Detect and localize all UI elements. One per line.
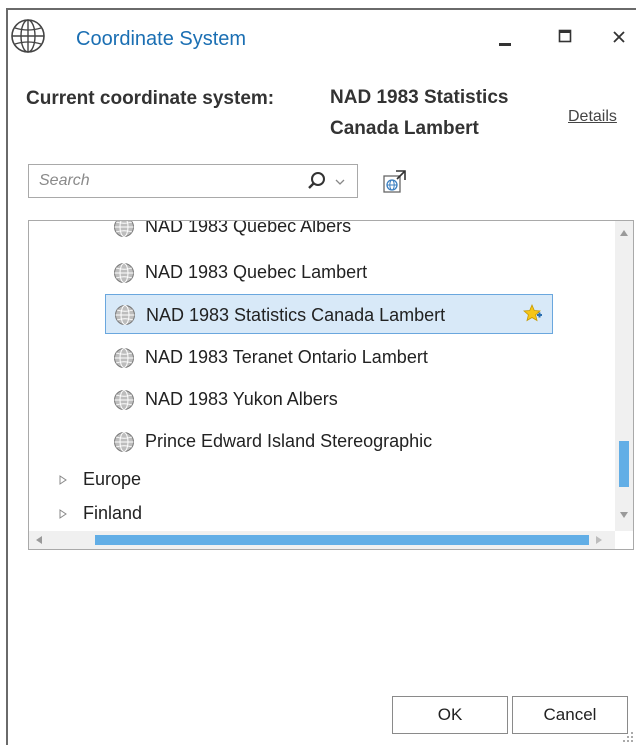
vertical-scrollbar[interactable] [615, 221, 633, 531]
expand-arrow-icon[interactable] [59, 475, 67, 485]
globe-icon [114, 348, 134, 368]
minimize-button[interactable] [490, 22, 520, 52]
globe-icon [114, 390, 134, 410]
search-input[interactable] [37, 171, 291, 191]
globe-icon [114, 221, 134, 237]
search-icon[interactable] [307, 171, 327, 191]
current-value: NAD 1983 Statistics Canada Lambert [330, 87, 509, 139]
horizontal-scrollbar[interactable] [29, 531, 615, 549]
minimize-icon [499, 43, 511, 46]
horizontal-scroll-thumb[interactable] [95, 535, 589, 545]
coordinate-system-dialog: Coordinate System Current coordinate sys… [6, 8, 636, 745]
window-title: Coordinate System [76, 28, 247, 50]
globe-icon [114, 263, 134, 283]
chevron-down-icon[interactable] [335, 178, 345, 186]
coordinate-system-tree[interactable]: NAD 1983 Quebec Albers NAD 1983 Quebec L… [28, 220, 634, 550]
maximize-icon [558, 29, 572, 43]
tree-item[interactable]: Prince Edward Island Stereographic [113, 423, 513, 459]
scroll-down-icon[interactable] [619, 511, 629, 519]
tree-item-label: NAD 1983 Teranet Ontario Lambert [145, 347, 428, 367]
tree-item[interactable]: NAD 1983 Quebec Lambert [113, 254, 473, 290]
tree-item[interactable]: NAD 1983 Yukon Albers [113, 381, 473, 417]
tree-item-label: NAD 1983 Quebec Lambert [145, 262, 368, 282]
ok-button[interactable]: OK [392, 696, 508, 734]
scroll-left-icon[interactable] [35, 535, 43, 545]
details-link[interactable]: Details [568, 108, 617, 126]
expand-arrow-icon[interactable] [59, 509, 67, 519]
globe-icon [11, 19, 45, 53]
tree-folder-label: Finland [83, 503, 143, 523]
title-bar[interactable]: Coordinate System [8, 10, 636, 64]
tree-item[interactable]: NAD 1983 Teranet Ontario Lambert [113, 339, 513, 375]
scroll-right-icon[interactable] [595, 535, 603, 545]
tree-item[interactable]: NAD 1983 Quebec Albers [113, 220, 473, 244]
tree-folder-label: Europe [83, 469, 142, 489]
scroll-up-icon[interactable] [619, 229, 629, 237]
current-label: Current coordinate system: [26, 88, 275, 109]
tree-folder-europe[interactable]: Europe [55, 461, 255, 497]
cancel-button[interactable]: Cancel [512, 696, 628, 734]
tree-item-label: NAD 1983 Yukon Albers [145, 389, 338, 409]
globe-icon [115, 305, 135, 325]
tree-item-label: NAD 1983 Quebec Albers [145, 220, 352, 236]
tree-folder-finland[interactable]: Finland [55, 495, 255, 531]
resize-grip-icon[interactable] [620, 729, 634, 743]
tree-item-selected[interactable]: NAD 1983 Statistics Canada Lambert [105, 294, 553, 334]
export-icon[interactable] [382, 168, 408, 194]
close-icon [613, 31, 625, 43]
vertical-scroll-thumb[interactable] [619, 441, 629, 487]
favorite-star-icon[interactable] [522, 303, 544, 325]
tree-item-label: NAD 1983 Statistics Canada Lambert [146, 305, 446, 325]
search-box[interactable] [28, 164, 358, 198]
maximize-button[interactable] [550, 22, 580, 52]
tree-item-label: Prince Edward Island Stereographic [145, 431, 433, 451]
close-button[interactable] [604, 22, 634, 52]
globe-icon [114, 432, 134, 452]
